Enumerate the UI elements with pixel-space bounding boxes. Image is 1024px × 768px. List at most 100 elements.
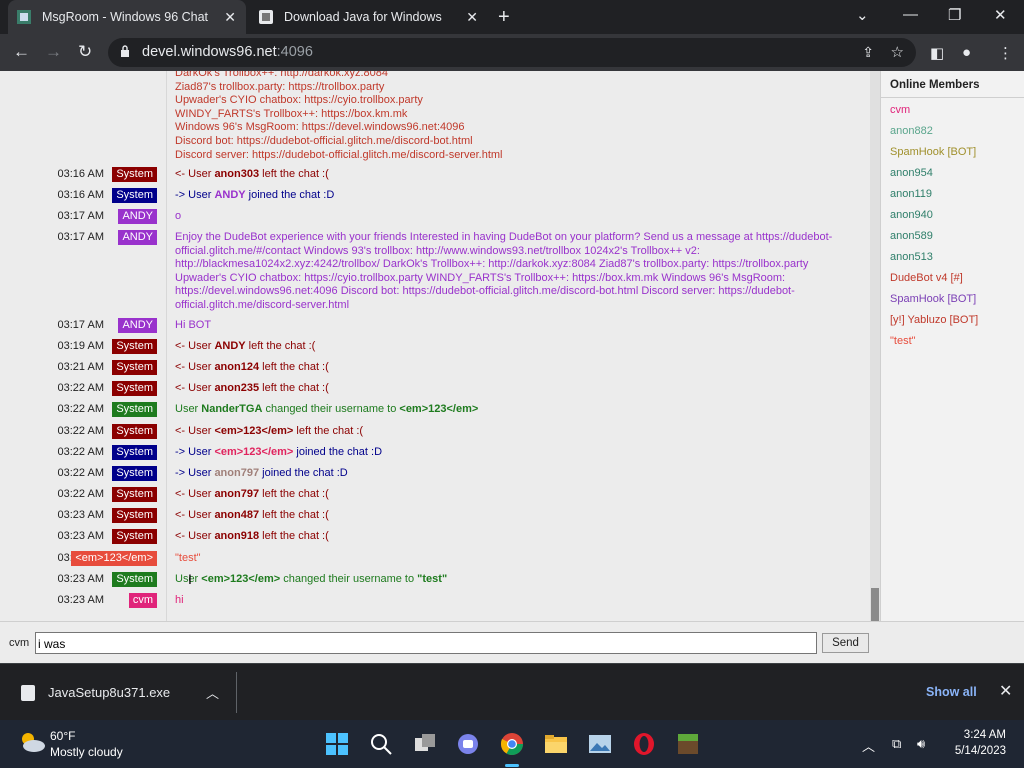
network-icon[interactable]: ⧉ — [892, 736, 901, 752]
chrome-icon[interactable] — [500, 732, 524, 756]
minecraft-icon[interactable] — [676, 732, 700, 756]
minimize-icon[interactable]: — — [903, 6, 918, 23]
user-badge[interactable]: System — [112, 381, 157, 396]
reload-icon[interactable]: ↻ — [78, 42, 92, 62]
member-item[interactable]: SpamHook [BOT] — [881, 289, 1024, 310]
bookmark-star-icon[interactable]: ☆ — [891, 43, 904, 61]
message-suffix: left the chat :( — [293, 425, 364, 437]
message-suffix: left the chat :( — [259, 488, 329, 500]
message-text: Hi BOT — [175, 319, 211, 331]
close-download-bar-icon[interactable]: ✕ — [999, 681, 1012, 701]
message-time: 03:16 AM — [57, 189, 104, 201]
share-icon[interactable]: ⇪ — [862, 44, 874, 61]
address-bar[interactable]: devel.windows96.net:4096 ⇪ ☆ — [108, 38, 916, 67]
user-badge[interactable]: <em>123</em> — [71, 551, 157, 566]
opera-icon[interactable] — [632, 732, 656, 756]
user-badge[interactable]: System — [112, 529, 157, 544]
member-item[interactable]: cvm — [881, 100, 1024, 121]
message-suffix: joined the chat :D — [245, 189, 335, 201]
member-item[interactable]: anon119 — [881, 184, 1024, 205]
tab-search-icon[interactable]: ⌄ — [856, 6, 869, 24]
user-badge[interactable]: System — [112, 402, 157, 417]
member-item[interactable]: anon513 — [881, 247, 1024, 268]
tab-java[interactable]: Download Java for Windows ✕ — [250, 0, 488, 34]
close-tab-icon[interactable]: ✕ — [466, 9, 478, 26]
teams-chat-icon[interactable] — [456, 732, 480, 756]
message-username: ANDY — [214, 340, 246, 352]
file-explorer-icon[interactable] — [544, 732, 568, 756]
message-username: anon235 — [214, 382, 260, 394]
new-username: "test" — [417, 573, 448, 585]
back-icon[interactable]: ← — [13, 42, 30, 62]
user-badge[interactable]: ANDY — [118, 230, 157, 245]
close-tab-icon[interactable]: ✕ — [224, 9, 236, 26]
message-username: anon124 — [214, 361, 260, 373]
message-time: 03:21 AM — [57, 361, 104, 373]
msgroom-favicon-icon — [17, 10, 31, 24]
user-badge[interactable]: System — [112, 508, 157, 523]
member-item[interactable]: SpamHook [BOT] — [881, 142, 1024, 163]
user-badge[interactable]: System — [112, 339, 157, 354]
send-button[interactable]: Send — [822, 633, 869, 653]
show-hidden-icons-icon[interactable]: ︿ — [862, 736, 875, 755]
member-item[interactable]: DudeBot v4 [#] — [881, 268, 1024, 289]
user-badge[interactable]: ANDY — [118, 209, 157, 224]
member-item[interactable]: [y!] Yabluzo [BOT] — [881, 310, 1024, 331]
message-time: 03:19 AM — [57, 340, 104, 352]
user-badge[interactable]: ANDY — [118, 318, 157, 333]
system-clock[interactable]: 3:24 AM 5/14/2023 — [948, 729, 1006, 757]
user-badge[interactable]: System — [112, 188, 157, 203]
member-item[interactable]: "test" — [881, 331, 1024, 352]
member-item[interactable]: anon882 — [881, 121, 1024, 142]
message-input[interactable]: i was — [35, 632, 817, 654]
message-prefix: hi — [175, 594, 184, 606]
profile-icon[interactable]: ● — [962, 44, 971, 61]
message-username: anon797 — [214, 467, 260, 479]
user-badge[interactable]: System — [112, 445, 157, 460]
download-file-name[interactable]: JavaSetup8u371.exe — [48, 685, 170, 700]
member-item[interactable]: anon940 — [881, 205, 1024, 226]
task-view-icon[interactable] — [413, 732, 437, 756]
side-panel-icon[interactable]: ◧ — [930, 44, 944, 62]
cloudy-weather-icon[interactable] — [18, 730, 46, 754]
forward-icon[interactable]: → — [45, 42, 62, 62]
start-icon[interactable] — [325, 732, 349, 756]
restore-icon[interactable]: ❐ — [948, 6, 961, 24]
photos-app-icon[interactable] — [588, 732, 612, 756]
volume-icon[interactable]: 🔊︎ — [917, 736, 925, 752]
scrollbar-thumb[interactable] — [871, 588, 879, 621]
chat-message-row: 03:22 AM System <- User <em>123</em> left … — [0, 421, 870, 442]
active-app-indicator — [505, 764, 519, 767]
user-badge[interactable]: cvm — [128, 593, 157, 608]
user-badge[interactable]: System — [112, 424, 157, 439]
chat-log[interactable]: DarkOk's Trollbox++: http://darkok.xyz:8… — [0, 71, 870, 621]
user-badge[interactable]: System — [112, 487, 157, 502]
chat-message-row: 03:23 AM cvm hi — [0, 590, 870, 611]
close-window-icon[interactable]: ✕ — [994, 6, 1007, 24]
message-text: <- User anon124 left the chat :( — [175, 361, 329, 373]
chat-scrollbar[interactable] — [870, 71, 880, 621]
message-username: ANDY — [214, 189, 246, 201]
tab-msgroom[interactable]: MsgRoom - Windows 96 Chat ✕ — [8, 0, 246, 34]
search-icon[interactable] — [369, 732, 393, 756]
message-text: o — [175, 210, 181, 222]
user-badge[interactable]: System — [112, 167, 157, 182]
member-item[interactable]: anon954 — [881, 163, 1024, 184]
show-all-button[interactable]: Show all — [926, 685, 977, 699]
user-badge[interactable]: System — [112, 466, 157, 481]
message-username: anon303 — [214, 168, 260, 180]
message-time: 03:22 AM — [57, 425, 104, 437]
member-item[interactable]: anon589 — [881, 226, 1024, 247]
message-suffix: left the chat :( — [259, 509, 329, 521]
new-tab-icon[interactable]: + — [498, 6, 510, 29]
menu-kebab-icon[interactable]: ⋮ — [998, 44, 1013, 62]
divider — [236, 672, 237, 713]
user-badge[interactable]: System — [112, 572, 157, 587]
message-prefix: User — [175, 403, 202, 415]
user-badge[interactable]: System — [112, 360, 157, 375]
chevron-up-icon[interactable]: ︿ — [206, 683, 219, 702]
message-text: <- User anon303 left the chat :( — [175, 168, 329, 180]
members-title: Online Members — [881, 71, 1024, 98]
nickname-label: cvm — [9, 637, 30, 649]
chat-line: Discord server: https://dudebot-official… — [175, 148, 503, 161]
